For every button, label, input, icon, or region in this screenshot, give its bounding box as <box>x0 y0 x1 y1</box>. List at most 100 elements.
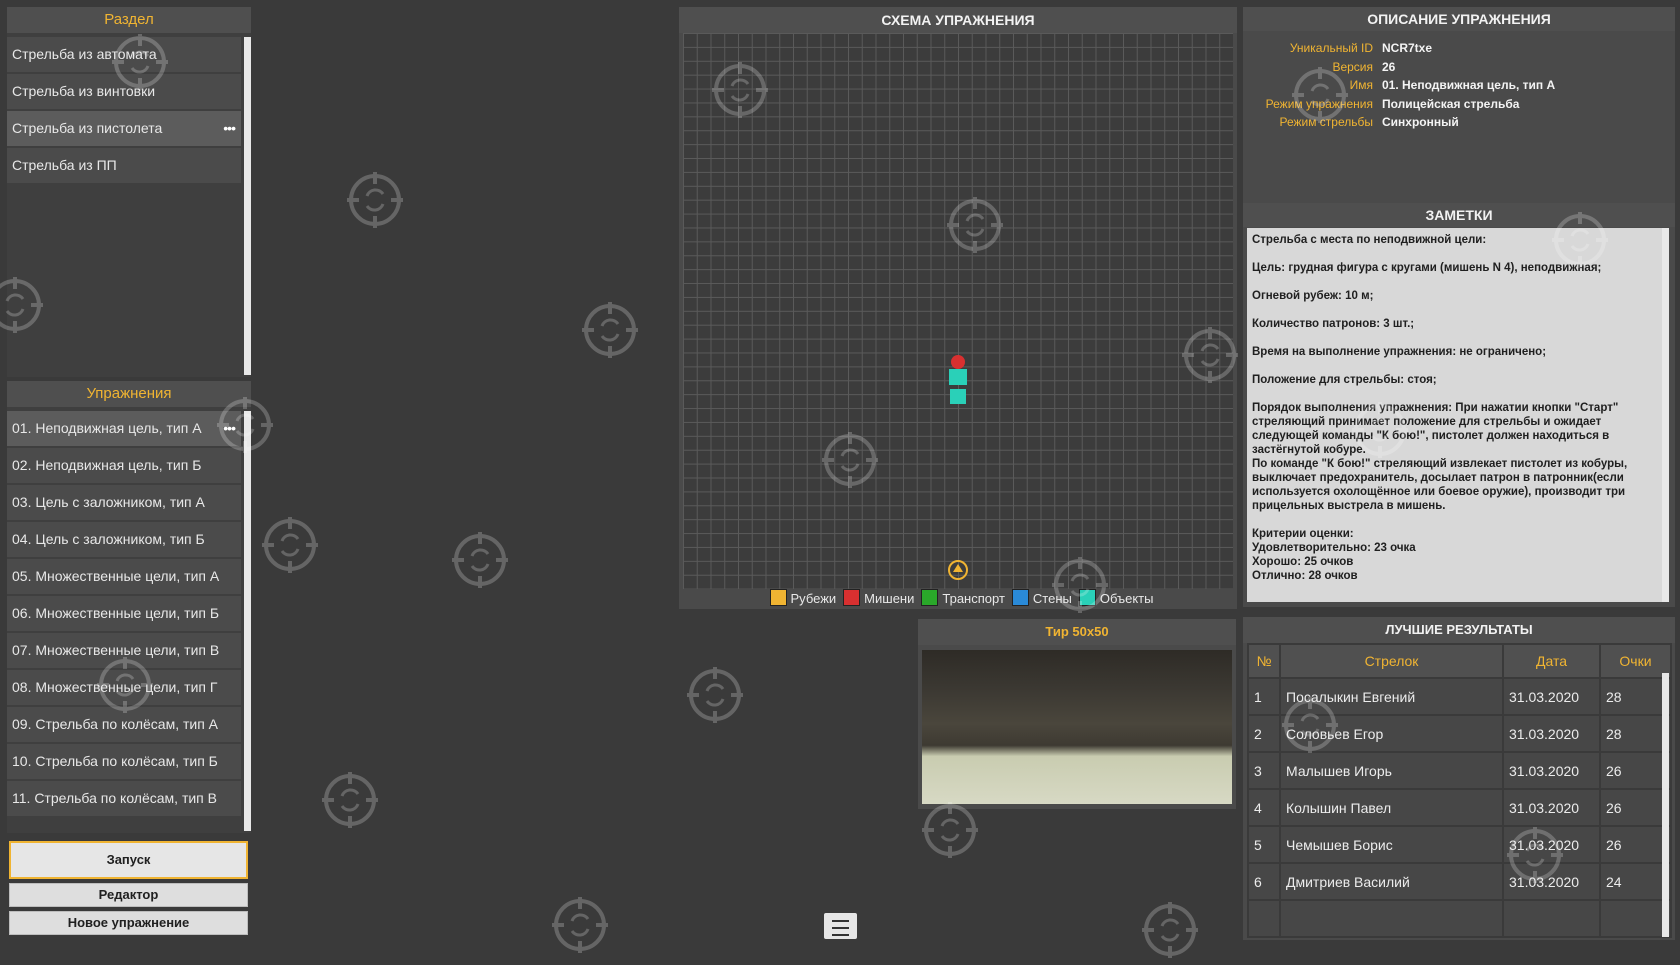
editor-button[interactable]: Редактор <box>9 883 248 907</box>
results-column-header[interactable]: Стрелок <box>1279 643 1504 679</box>
results-column-header[interactable]: Дата <box>1502 643 1601 679</box>
scheme-legend: Рубежи Мишени Транспорт Стены Объекты <box>679 588 1237 609</box>
exercise-item[interactable]: 04. Цель с заложником, тип Б <box>7 522 241 557</box>
table-row[interactable]: 4 Колышин Павел 31.03.2020 26 <box>1247 788 1672 827</box>
field-value: Синхронный <box>1382 115 1459 129</box>
new-exercise-button[interactable]: Новое упражнение <box>9 911 248 935</box>
field-value: NCR7txe <box>1382 41 1433 55</box>
exercise-item-label: 04. Цель с заложником, тип Б <box>12 531 205 547</box>
legend-label: Транспорт <box>942 591 1005 606</box>
exercise-item[interactable]: 10. Стрельба по колёсам, тип Б <box>7 744 241 779</box>
table-cell <box>1279 899 1504 938</box>
note-paragraph: Стрельба с места по неподвижной цели: <box>1252 234 1487 246</box>
exercise-item-label: 01. Неподвижная цель, тип А <box>12 420 202 436</box>
results-scrollbar[interactable] <box>1662 673 1669 937</box>
legend-swatch[interactable] <box>769 589 787 606</box>
table-row[interactable]: 6 Дмитриев Василий 31.03.2020 24 <box>1247 862 1672 901</box>
more-options-icon[interactable]: ••• <box>223 411 236 446</box>
field-key: Имя <box>1349 78 1373 92</box>
legend-swatch[interactable] <box>1011 589 1029 606</box>
description-field: Режим упражнения Полицейская стрельба <box>1243 95 1675 113</box>
exercises-scrollbar[interactable] <box>244 411 251 831</box>
legend-swatch[interactable] <box>843 589 861 606</box>
exercise-item[interactable]: 01. Неподвижная цель, тип А ••• <box>7 411 241 446</box>
more-options-icon[interactable]: ••• <box>223 111 236 146</box>
legend-swatch[interactable] <box>921 589 939 606</box>
sections-title: Раздел <box>7 7 251 33</box>
note-paragraph: Критерии оценки: <box>1252 528 1354 540</box>
table-cell: Чемышев Борис <box>1279 825 1504 864</box>
table-cell: 5 <box>1247 825 1281 864</box>
table-cell: 26 <box>1599 788 1672 827</box>
scheme-grid[interactable] <box>683 33 1233 589</box>
table-cell <box>1599 899 1672 938</box>
section-item-label: Стрельба из автомата <box>12 46 157 62</box>
section-item[interactable]: Стрельба из винтовки <box>7 74 241 109</box>
results-column-header[interactable]: № <box>1247 643 1281 679</box>
table-row[interactable]: 5 Чемышев Борис 31.03.2020 26 <box>1247 825 1672 864</box>
exercise-item[interactable]: 08. Множественные цели, тип Г <box>7 670 241 705</box>
section-item[interactable]: Стрельба из пистолета ••• <box>7 111 241 146</box>
sections-panel: Раздел Стрельба из автомата Стрельба из в… <box>7 7 251 377</box>
legend-swatch[interactable] <box>1078 589 1096 606</box>
field-key: Режим стрельбы <box>1279 115 1373 129</box>
exercise-item-label: 06. Множественные цели, тип Б <box>12 605 220 621</box>
table-row[interactable]: 3 Малышев Игорь 31.03.2020 26 <box>1247 751 1672 790</box>
table-cell: 31.03.2020 <box>1502 862 1601 901</box>
legend-label: Рубежи <box>790 591 837 606</box>
table-cell <box>1247 899 1281 938</box>
range-preview-image[interactable] <box>922 650 1232 804</box>
table-row[interactable]: 1 Посалыкин Евгений 31.03.2020 28 <box>1247 677 1672 716</box>
section-item[interactable]: Стрельба из автомата <box>7 37 241 72</box>
table-row[interactable]: 2 Соловьев Егор 31.03.2020 28 <box>1247 714 1672 753</box>
table-cell: 26 <box>1599 825 1672 864</box>
table-cell: 31.03.2020 <box>1502 714 1601 753</box>
exercise-item-label: 05. Множественные цели, тип А <box>12 568 220 584</box>
scheme-panel: СХЕМА УПРАЖНЕНИЯ Рубежи Мишени Транспорт Ст… <box>679 7 1237 609</box>
menu-icon[interactable] <box>824 913 857 939</box>
exercise-item[interactable]: 11. Стрельба по колёсам, тип В <box>7 781 241 816</box>
watermark-logo <box>260 515 320 580</box>
table-cell: 31.03.2020 <box>1502 788 1601 827</box>
exercise-item[interactable]: 03. Цель с заложником, тип А <box>7 485 241 520</box>
table-cell: Колышин Павел <box>1279 788 1504 827</box>
note-paragraph: Количество патронов: 3 шт.; <box>1252 318 1415 330</box>
legend-label: Мишени <box>864 591 915 606</box>
note-paragraph: Хорошо: 25 очков <box>1252 556 1354 568</box>
range-preview-panel: Тир 50х50 <box>918 619 1236 809</box>
notes-title: ЗАМЕТКИ <box>1243 203 1675 227</box>
watermark-logo <box>450 530 510 595</box>
note-paragraph: Положение для стрельбы: стоя; <box>1252 374 1437 386</box>
exercise-item[interactable]: 06. Множественные цели, тип Б <box>7 596 241 631</box>
best-results-panel: ЛУЧШИЕ РЕЗУЛЬТАТЫ № Стрелок Дата Очки 1 Поса… <box>1243 617 1675 940</box>
exercise-item[interactable]: 07. Множественные цели, тип В <box>7 633 241 668</box>
notes-text[interactable]: Стрельба с места по неподвижной цели: Цел… <box>1247 228 1665 602</box>
results-column-header[interactable]: Очки <box>1599 643 1672 679</box>
section-item-label: Стрельба из винтовки <box>12 83 156 99</box>
target-marker <box>951 355 965 369</box>
section-item[interactable]: Стрельба из ПП <box>7 148 241 183</box>
sections-scrollbar[interactable] <box>244 37 251 375</box>
table-cell: 28 <box>1599 677 1672 716</box>
exercises-list: 01. Неподвижная цель, тип А ••• 02. Неподв… <box>7 411 241 818</box>
exercise-item-label: 03. Цель с заложником, тип А <box>12 494 205 510</box>
exercise-item-label: 09. Стрельба по колёсам, тип А <box>12 716 219 732</box>
exercise-item[interactable]: 09. Стрельба по колёсам, тип А <box>7 707 241 742</box>
start-button[interactable]: Запуск <box>9 841 248 879</box>
range-preview-title: Тир 50х50 <box>918 619 1236 645</box>
results-table: № Стрелок Дата Очки 1 Посалыкин Евгений 31.03… <box>1247 643 1672 938</box>
sections-list: Стрельба из автомата Стрельба из винтовки… <box>7 37 241 185</box>
exercise-item[interactable]: 05. Множественные цели, тип А <box>7 559 241 594</box>
notes-scrollbar[interactable] <box>1662 228 1669 602</box>
field-value: Полицейская стрельба <box>1382 96 1520 111</box>
watermark-logo <box>550 895 610 960</box>
exercises-panel: Упражнения 01. Неподвижная цель, тип А ••… <box>7 381 251 833</box>
note-paragraph: По команде "К бою!" стреляющий извлекает… <box>1252 458 1628 512</box>
watermark-logo <box>345 170 405 235</box>
description-field: Версия 26 <box>1243 58 1675 76</box>
note-paragraph: Цель: грудная фигура с кругами (мишень N… <box>1252 262 1602 274</box>
field-value: 26 <box>1382 59 1396 74</box>
table-cell: Малышев Игорь <box>1279 751 1504 790</box>
section-item-label: Стрельба из ПП <box>12 157 117 173</box>
exercise-item[interactable]: 02. Неподвижная цель, тип Б <box>7 448 241 483</box>
